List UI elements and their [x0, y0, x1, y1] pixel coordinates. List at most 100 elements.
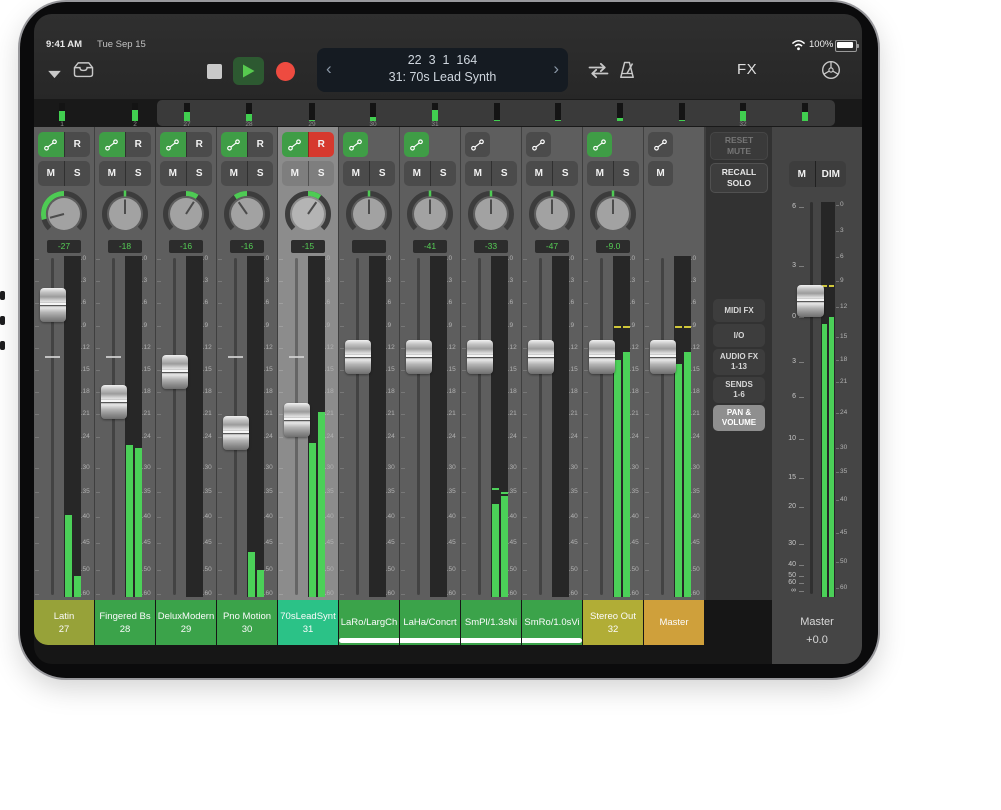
solo-button[interactable]: S — [491, 161, 518, 186]
scale-tick — [401, 414, 405, 415]
solo-button[interactable]: S — [430, 161, 457, 186]
volume-fader-handle[interactable] — [223, 416, 249, 450]
solo-button[interactable]: S — [369, 161, 396, 186]
track-name-label[interactable]: Stereo Out32 — [583, 600, 643, 645]
scale-tick — [462, 414, 466, 415]
mute-button[interactable]: M — [160, 161, 186, 186]
track-name-label[interactable]: Latin27 — [34, 600, 94, 645]
record-arm-button[interactable]: R — [125, 132, 152, 157]
solo-button[interactable]: S — [186, 161, 213, 186]
track-name-label[interactable]: SmRo/1.0sVi — [522, 600, 582, 645]
automation-button[interactable] — [221, 132, 247, 157]
metronome-icon[interactable] — [617, 60, 637, 85]
pan-knob[interactable] — [160, 188, 212, 240]
solo-button[interactable]: S — [552, 161, 579, 186]
pan-knob[interactable] — [282, 188, 334, 240]
solo-button[interactable]: S — [125, 161, 152, 186]
record-arm-button[interactable]: R — [64, 132, 91, 157]
pan-knob[interactable] — [99, 188, 151, 240]
solo-button[interactable]: S — [247, 161, 274, 186]
chevron-down-icon[interactable] — [47, 66, 62, 84]
view-button-i-o[interactable]: I/O — [713, 324, 765, 347]
volume-fader-handle[interactable] — [589, 340, 615, 374]
mute-button[interactable]: M — [343, 161, 369, 186]
mute-button[interactable]: M — [526, 161, 552, 186]
mute-solo-group: MS — [404, 161, 456, 186]
scale-tick — [645, 326, 649, 327]
mute-button[interactable]: M — [221, 161, 247, 186]
pan-knob[interactable] — [465, 188, 517, 240]
settings-icon[interactable] — [820, 59, 842, 86]
automation-button[interactable] — [404, 132, 429, 157]
volume-fader-handle[interactable] — [162, 355, 188, 389]
meter-scale-label: 45 — [266, 539, 278, 546]
record-arm-button[interactable]: R — [186, 132, 213, 157]
record-button[interactable] — [276, 62, 295, 81]
volume-fader-handle[interactable] — [101, 385, 127, 419]
mute-button[interactable]: M — [99, 161, 125, 186]
automation-button[interactable] — [465, 132, 490, 157]
mute-button[interactable]: M — [404, 161, 430, 186]
automation-record-group: R — [160, 132, 212, 157]
view-button-pan-volume[interactable]: PAN & VOLUME — [713, 405, 765, 431]
track-name-label[interactable]: 70sLeadSynt31 — [278, 600, 338, 645]
track-name-label[interactable]: LaHa/Concrt — [400, 600, 460, 645]
volume-fader-handle[interactable] — [650, 340, 676, 374]
play-button[interactable] — [233, 57, 264, 85]
view-button-audio-fx-1-13[interactable]: AUDIO FX 1-13 — [713, 349, 765, 375]
pan-knob[interactable] — [587, 188, 639, 240]
solo-button[interactable]: S — [308, 161, 335, 186]
pan-knob[interactable] — [526, 188, 578, 240]
pan-knob[interactable] — [343, 188, 395, 240]
mute-button[interactable]: M — [282, 161, 308, 186]
volume-fader-handle[interactable] — [284, 403, 310, 437]
view-button-sends-1-6[interactable]: SENDS 1-6 — [713, 377, 765, 403]
solo-button[interactable]: S — [613, 161, 640, 186]
mute-button[interactable]: M — [648, 161, 673, 186]
automation-button[interactable] — [587, 132, 612, 157]
meter-scale-label: 3 — [571, 277, 583, 284]
mute-button[interactable]: M — [38, 161, 64, 186]
meter-peak-right — [623, 326, 630, 328]
mute-button[interactable]: M — [465, 161, 491, 186]
view-button-midi-fx[interactable]: MIDI FX — [713, 299, 765, 322]
pan-knob[interactable] — [38, 188, 90, 240]
automation-button[interactable] — [526, 132, 551, 157]
meter-scale-label: 35 — [144, 488, 156, 495]
stop-button[interactable] — [207, 64, 222, 79]
automation-button[interactable] — [648, 132, 673, 157]
fx-button[interactable]: FX — [737, 61, 757, 78]
automation-button[interactable] — [282, 132, 308, 157]
automation-button[interactable] — [99, 132, 125, 157]
volume-fader-handle[interactable] — [528, 340, 554, 374]
master-fader-handle[interactable] — [797, 285, 824, 317]
record-arm-button[interactable]: R — [247, 132, 274, 157]
volume-fader-handle[interactable] — [345, 340, 371, 374]
mute-button[interactable]: M — [587, 161, 613, 186]
track-name-label[interactable]: LaRo/LargCh — [339, 600, 399, 645]
next-track-chevron[interactable]: › — [553, 57, 559, 81]
automation-button[interactable] — [343, 132, 368, 157]
track-name-label[interactable]: Master — [644, 600, 704, 645]
track-name-label[interactable]: Pno Motion30 — [217, 600, 277, 645]
record-arm-button[interactable]: R — [308, 132, 335, 157]
master-mute-button[interactable]: M — [789, 161, 815, 187]
track-name-label[interactable]: SmPl/1.3sNi — [461, 600, 521, 645]
track-name-label[interactable]: Fingered Bs28 — [95, 600, 155, 645]
scale-tick — [584, 492, 588, 493]
cycle-icon[interactable] — [586, 62, 611, 84]
automation-button[interactable] — [38, 132, 64, 157]
volume-fader-handle[interactable] — [467, 340, 493, 374]
pan-knob[interactable] — [221, 188, 273, 240]
track-name-label[interactable]: DeluxModern29 — [156, 600, 216, 645]
automation-button[interactable] — [160, 132, 186, 157]
solo-button[interactable]: S — [64, 161, 91, 186]
dim-button[interactable]: DIM — [815, 161, 846, 187]
reset-mute-button[interactable]: RESET MUTE — [710, 132, 768, 160]
lcd-display[interactable]: ‹ 22 3 1 164 31: 70s Lead Synth › — [317, 48, 568, 92]
library-tray-icon[interactable] — [72, 60, 95, 84]
volume-fader-handle[interactable] — [406, 340, 432, 374]
volume-fader-handle[interactable] — [40, 288, 66, 322]
pan-knob[interactable] — [404, 188, 456, 240]
recall-solo-button[interactable]: RECALL SOLO — [710, 163, 768, 193]
